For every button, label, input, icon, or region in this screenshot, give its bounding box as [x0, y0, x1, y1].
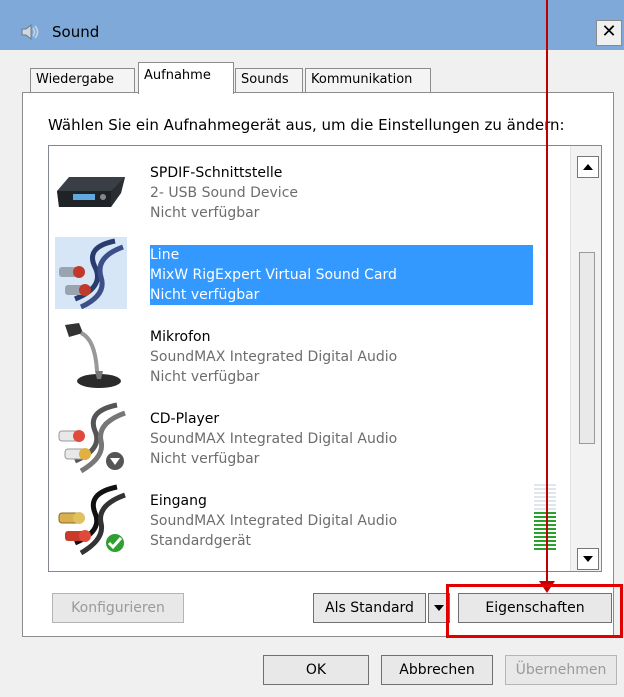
- apply-button[interactable]: Übernehmen: [505, 655, 617, 685]
- line-cable-icon: [59, 238, 124, 309]
- cancel-button[interactable]: Abbrechen: [381, 655, 493, 685]
- scroll-down-button[interactable]: [577, 548, 599, 570]
- tab-label: Wiedergabe: [36, 72, 115, 87]
- recording-device-list[interactable]: SPDIF-Schnittstelle 2- USB Sound Device …: [48, 145, 602, 572]
- device-text: CD-Player SoundMAX Integrated Digital Au…: [150, 409, 533, 469]
- scroll-thumb[interactable]: [579, 252, 595, 444]
- title-bar: Sound ✕: [0, 0, 624, 50]
- window-title: Sound: [52, 23, 100, 41]
- device-text: Line MixW RigExpert Virtual Sound Card N…: [150, 245, 533, 305]
- checkmark-badge-icon: [104, 532, 126, 554]
- list-scrollbar[interactable]: [570, 146, 601, 571]
- button-label: Übernehmen: [515, 662, 607, 678]
- device-status: Nicht verfügbar: [150, 451, 260, 467]
- device-name: SPDIF-Schnittstelle: [150, 165, 283, 181]
- tab-aufnahme[interactable]: Aufnahme: [138, 62, 234, 94]
- instruction-text: Wählen Sie ein Aufnahmegerät aus, um die…: [48, 116, 565, 134]
- microphone-icon: [65, 323, 121, 388]
- button-label: Als Standard: [325, 600, 414, 616]
- device-status: Nicht verfügbar: [150, 287, 260, 303]
- device-text: SPDIF-Schnittstelle 2- USB Sound Device …: [150, 163, 533, 223]
- arrow-down-icon: [583, 556, 593, 562]
- device-name: Eingang: [150, 493, 207, 509]
- configure-button[interactable]: Konfigurieren: [52, 593, 184, 623]
- ok-button[interactable]: OK: [263, 655, 369, 685]
- annotation-highlight-box: [446, 584, 623, 638]
- device-text: Eingang SoundMAX Integrated Digital Audi…: [150, 491, 533, 551]
- set-default-button[interactable]: Als Standard: [313, 593, 426, 623]
- close-icon: ✕: [601, 21, 617, 42]
- arrow-up-icon: [583, 164, 593, 170]
- device-name: Mikrofon: [150, 329, 211, 345]
- tab-sounds[interactable]: Sounds: [235, 68, 303, 92]
- down-arrow-badge-icon: [104, 450, 126, 472]
- device-text: Mikrofon SoundMAX Integrated Digital Aud…: [150, 327, 533, 387]
- cd-player-cable-icon: [58, 402, 126, 473]
- input-cable-icon: [58, 484, 126, 555]
- device-status: Nicht verfügbar: [150, 369, 260, 385]
- device-description: SoundMAX Integrated Digital Audio: [150, 349, 398, 365]
- close-button[interactable]: ✕: [596, 20, 622, 46]
- annotation-arrow-line: [546, 0, 548, 583]
- device-description: SoundMAX Integrated Digital Audio: [150, 513, 398, 529]
- device-item-mikrofon[interactable]: Mikrofon SoundMAX Integrated Digital Aud…: [49, 315, 534, 397]
- tab-kommunikation[interactable]: Kommunikation: [305, 68, 431, 92]
- device-item-cd-player[interactable]: CD-Player SoundMAX Integrated Digital Au…: [49, 397, 534, 479]
- device-status: Nicht verfügbar: [150, 205, 260, 221]
- button-label: Abbrechen: [399, 662, 475, 678]
- device-name: CD-Player: [150, 411, 220, 427]
- device-description: SoundMAX Integrated Digital Audio: [150, 431, 398, 447]
- tab-label: Kommunikation: [311, 72, 413, 87]
- device-status: Standardgerät: [150, 533, 252, 549]
- scroll-up-button[interactable]: [577, 156, 599, 178]
- device-description: 2- USB Sound Device: [150, 185, 299, 201]
- device-description: MixW RigExpert Virtual Sound Card: [150, 267, 397, 283]
- device-name: Line: [150, 247, 180, 263]
- button-label: OK: [305, 662, 327, 678]
- tab-label: Aufnahme: [144, 68, 211, 83]
- device-item-line[interactable]: Line MixW RigExpert Virtual Sound Card N…: [49, 233, 534, 315]
- spdif-interface-icon: [57, 177, 125, 207]
- button-label: Konfigurieren: [71, 600, 165, 616]
- speaker-icon: [21, 23, 39, 41]
- level-meter: [534, 484, 556, 552]
- device-item-spdif[interactable]: SPDIF-Schnittstelle 2- USB Sound Device …: [49, 151, 534, 233]
- tab-wiedergabe[interactable]: Wiedergabe: [30, 68, 135, 92]
- device-item-eingang[interactable]: Eingang SoundMAX Integrated Digital Audi…: [49, 479, 534, 561]
- tab-label: Sounds: [241, 72, 289, 87]
